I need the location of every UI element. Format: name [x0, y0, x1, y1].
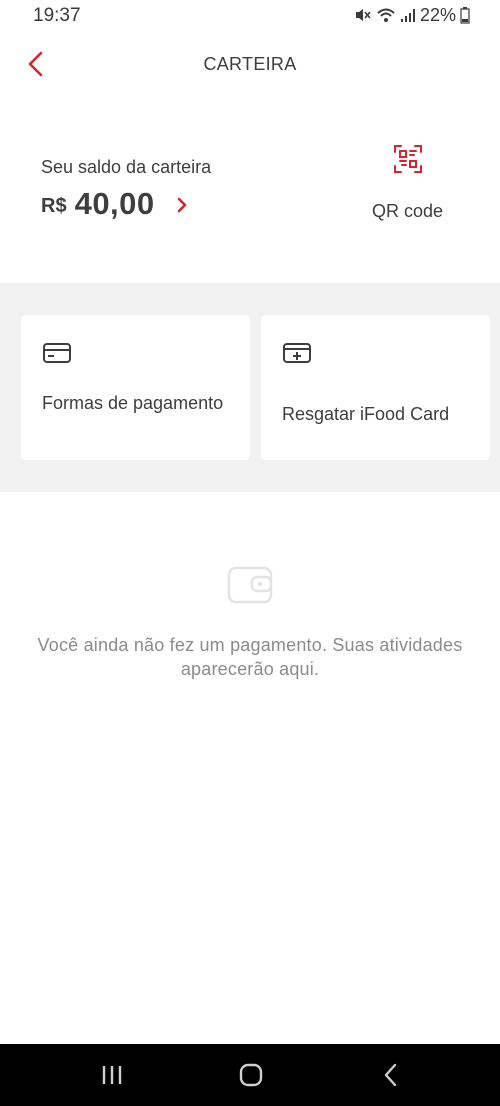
add-card-icon: [283, 343, 311, 363]
wallet-icon: [227, 566, 273, 604]
qr-code-button[interactable]: QR code: [350, 140, 465, 230]
status-icons: 22%: [354, 4, 470, 26]
balance-amount-button[interactable]: R$ 40,00: [41, 184, 189, 224]
home-button[interactable]: [236, 1060, 266, 1090]
balance-currency: R$: [41, 194, 67, 217]
credit-card-icon: [43, 343, 71, 363]
redeem-ifood-card-label: Resgatar iFood Card: [282, 404, 450, 424]
battery-percent: 22%: [419, 4, 456, 25]
status-time: 19:37: [33, 5, 81, 26]
battery-icon: [460, 7, 470, 24]
signal-icon: [400, 9, 415, 22]
qr-code-icon: [394, 145, 422, 173]
empty-state-text: Você ainda não fez um pagamento. Suas at…: [37, 635, 463, 679]
qr-code-label: QR code: [371, 201, 444, 221]
wifi-icon: [377, 8, 395, 22]
back-icon: [384, 1063, 397, 1087]
redeem-ifood-card[interactable]: Resgatar iFood Card: [261, 315, 490, 460]
system-back-button[interactable]: [376, 1060, 406, 1090]
recents-icon: [102, 1066, 122, 1084]
system-nav-bar: [0, 1044, 500, 1106]
recents-button[interactable]: [97, 1060, 127, 1090]
balance-label: Seu saldo da carteira: [41, 157, 212, 177]
status-bar: 19:37 22%: [0, 0, 500, 30]
balance-amount: 40,00: [74, 186, 155, 221]
app-bar: CARTEIRA: [0, 30, 500, 100]
balance-area: Seu saldo da carteira R$ 40,00 QR code: [0, 100, 500, 283]
page-title: CARTEIRA: [203, 54, 297, 74]
payment-methods-card[interactable]: Formas de pagamento: [21, 315, 250, 460]
mute-icon: [355, 9, 371, 21]
payment-methods-label: Formas de pagamento: [42, 393, 224, 413]
home-icon: [239, 1063, 263, 1087]
payment-options-section: Formas de pagamento Resgatar iFood Card: [0, 283, 500, 492]
chevron-right-icon: [177, 197, 186, 213]
